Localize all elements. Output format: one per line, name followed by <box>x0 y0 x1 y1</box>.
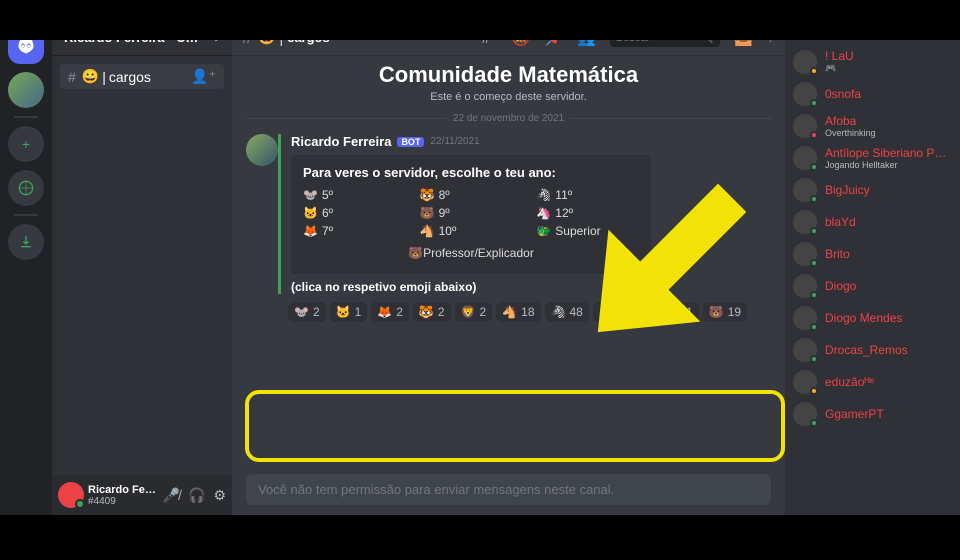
year-option: 🦊7º <box>303 224 406 238</box>
year-option: 🦄12º <box>536 206 639 220</box>
channel-item[interactable]: # 😀 | cargos 👤⁺ <box>60 64 224 89</box>
member-avatar <box>793 338 817 362</box>
member-item[interactable]: eduzãoᴴᵉ <box>793 368 952 396</box>
reaction-button[interactable]: 🦁2 <box>455 302 493 322</box>
member-item[interactable]: AfobaOverthinking <box>793 112 952 140</box>
member-avatar <box>793 178 817 202</box>
embed: Para veres o servidor, escolhe o teu ano… <box>291 155 651 274</box>
user-avatar[interactable] <box>58 482 84 508</box>
member-activity: Overthinking <box>825 128 876 138</box>
reaction-button[interactable]: 🐴18 <box>496 302 540 322</box>
reaction-button[interactable]: 🐯2 <box>413 302 451 322</box>
channel-label: cargos <box>109 69 151 85</box>
hash-icon: # <box>68 69 76 85</box>
deafen-icon[interactable]: 🎧 <box>188 487 205 504</box>
member-avatar <box>793 402 817 426</box>
user-name: Ricardo Ferr... <box>88 484 159 496</box>
year-option: 🐭5º <box>303 188 406 202</box>
member-item[interactable]: Diogo <box>793 272 952 300</box>
members-sidebar: SUPERIOR 🐲 — 31 ! LaU🎮0snofaAfobaOverthi… <box>785 20 960 515</box>
reaction-button[interactable]: 🦄127 <box>593 302 644 322</box>
member-activity: Jogando Helltaker <box>825 160 952 170</box>
year-option: 🐲Superior <box>536 224 639 238</box>
reaction-button[interactable]: 🐭2 <box>288 302 326 322</box>
message-input: Você não tem permissão para enviar mensa… <box>246 474 771 505</box>
author-avatar[interactable] <box>246 134 278 166</box>
download-button[interactable] <box>8 224 44 260</box>
member-item[interactable]: Antílope Siberiano Par...Jogando Helltak… <box>793 144 952 172</box>
year-option: 🐯8º <box>420 188 523 202</box>
channel-emoji: 😀 <box>82 68 99 85</box>
member-item[interactable]: Drocas_Remos <box>793 336 952 364</box>
member-item[interactable]: BigJuicy <box>793 176 952 204</box>
server-icon[interactable] <box>8 72 44 108</box>
member-name: Diogo <box>825 279 856 293</box>
member-item[interactable]: Brito <box>793 240 952 268</box>
message-content: Comunidade Matemática Este é o começo de… <box>232 56 785 466</box>
member-item[interactable]: 0snofa <box>793 80 952 108</box>
member-avatar <box>793 82 817 106</box>
user-tag: #4409 <box>88 496 159 507</box>
member-name: Brito <box>825 247 850 261</box>
add-server-button[interactable]: + <box>8 126 44 162</box>
reaction-button[interactable]: 🦓48 <box>545 302 589 322</box>
member-name: Drocas_Remos <box>825 343 908 357</box>
member-name: blaYd <box>825 215 856 229</box>
welcome-title: Comunidade Matemática <box>246 62 771 88</box>
member-name: ! LaU <box>825 49 854 63</box>
year-option: 🦓11º <box>536 188 639 202</box>
member-avatar <box>793 242 817 266</box>
main-area: # 😀 | cargos #⁺ 🔕 📌 👥 🔍 📥 ? Comunidade M… <box>232 20 785 515</box>
professor-line: 🐻Professor/Explicador <box>303 246 639 260</box>
channel-sidebar: Ricardo Ferreira - Comu... ˅ # 😀 | cargo… <box>52 20 232 515</box>
member-avatar <box>793 146 817 170</box>
reaction-button[interactable]: 🐲121 <box>648 302 699 322</box>
reaction-button[interactable]: 🐱1 <box>330 302 368 322</box>
click-hint: (clica no respetivo emoji abaixo) <box>291 280 771 294</box>
member-name: Antílope Siberiano Par... <box>825 146 952 160</box>
member-avatar <box>793 114 817 138</box>
member-avatar <box>793 210 817 234</box>
reaction-button[interactable]: 🐻19 <box>703 302 747 322</box>
member-avatar <box>793 50 817 74</box>
embed-title: Para veres o servidor, escolhe o teu ano… <box>303 165 639 180</box>
explore-button[interactable] <box>8 170 44 206</box>
server-nav: + <box>0 20 52 515</box>
date-divider: 22 de novembro de 2021 <box>246 113 771 124</box>
year-option: 🐴10º <box>420 224 523 238</box>
member-item[interactable]: GgamerPT <box>793 400 952 428</box>
reaction-button[interactable]: 🦊2 <box>371 302 409 322</box>
member-name: GgamerPT <box>825 407 884 421</box>
user-info[interactable]: Ricardo Ferr... #4409 <box>88 484 159 507</box>
member-name: 0snofa <box>825 87 861 101</box>
message: Ricardo Ferreira BOT 22/11/2021 Para ver… <box>246 134 771 294</box>
member-avatar <box>793 274 817 298</box>
year-option: 🐱6º <box>303 206 406 220</box>
member-name: eduzãoᴴᵉ <box>825 375 874 389</box>
member-item[interactable]: ! LaU🎮 <box>793 47 952 76</box>
message-timestamp: 22/11/2021 <box>430 136 479 147</box>
member-name: BigJuicy <box>825 183 870 197</box>
welcome-subtitle: Este é o começo deste servidor. <box>246 91 771 103</box>
add-user-icon[interactable]: 👤⁺ <box>191 68 216 85</box>
user-panel: Ricardo Ferr... #4409 🎤̸ 🎧 ⚙ <box>52 475 232 515</box>
member-name: Afoba <box>825 114 876 128</box>
mute-icon[interactable]: 🎤̸ <box>163 487 180 504</box>
bot-tag: BOT <box>397 137 424 147</box>
reactions-row: 🐭2🐱1🦊2🐯2🦁2🐴18🦓48🦄127🐲121🐻19 <box>288 302 785 322</box>
settings-icon[interactable]: ⚙ <box>213 487 226 504</box>
author-name[interactable]: Ricardo Ferreira <box>291 134 391 149</box>
year-option: 🐻9º <box>420 206 523 220</box>
member-activity: 🎮 <box>825 63 854 74</box>
channel-pipe: | <box>102 69 106 85</box>
member-name: Diogo Mendes <box>825 311 902 325</box>
member-avatar <box>793 370 817 394</box>
member-avatar <box>793 306 817 330</box>
member-item[interactable]: blaYd <box>793 208 952 236</box>
member-item[interactable]: Diogo Mendes <box>793 304 952 332</box>
